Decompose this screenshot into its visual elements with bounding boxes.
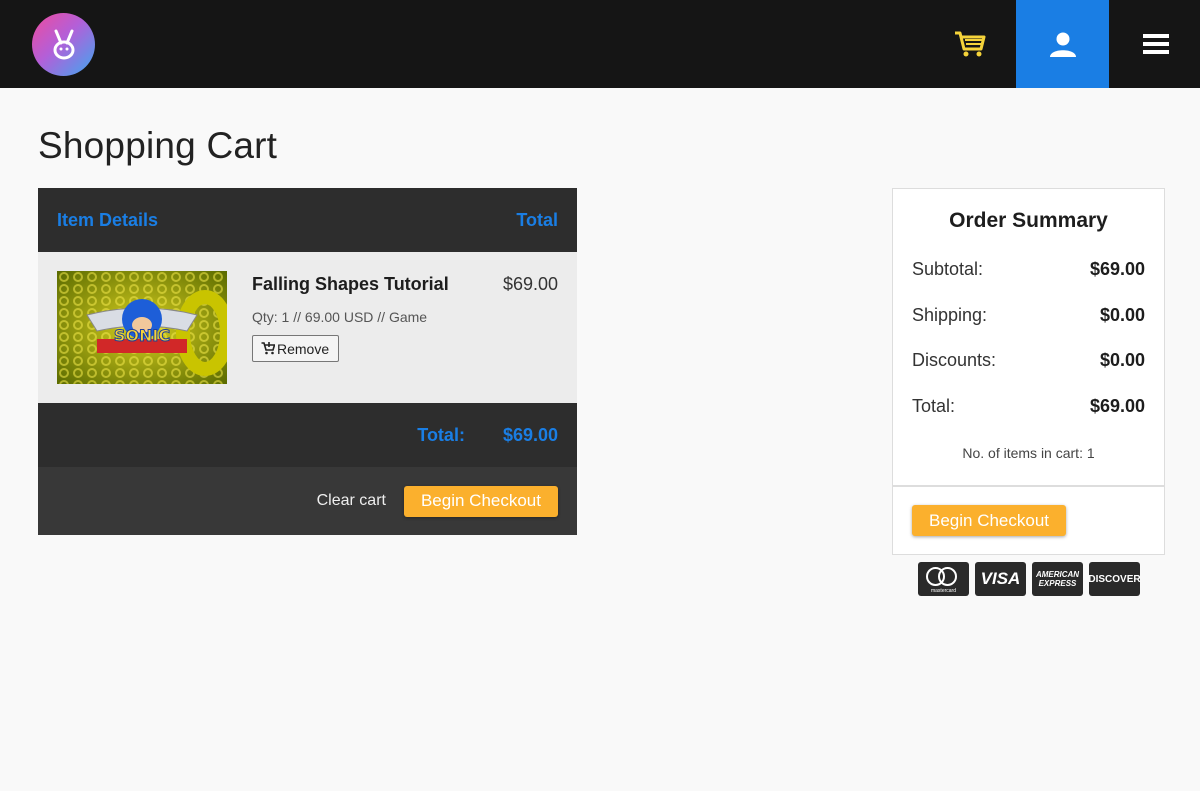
discover-icon: DISCOVER (1088, 562, 1141, 596)
cart-total-row: Total: $69.00 (38, 403, 577, 467)
summary-value: $69.00 (1089, 259, 1145, 279)
summary-subtotal: Subtotal: $69.00 (912, 259, 1145, 280)
cart-total-label: Total: (417, 424, 465, 445)
summary-label: Total: (912, 396, 956, 416)
item-name[interactable]: Falling Shapes Tutorial (252, 274, 449, 295)
user-icon (1049, 32, 1076, 57)
top-navbar (0, 0, 1200, 88)
summary-value: $0.00 (1099, 305, 1145, 325)
site-logo[interactable] (32, 13, 95, 76)
mastercard-icon: mastercard (918, 562, 969, 596)
item-thumbnail[interactable]: SONIC (57, 271, 227, 384)
page-title: Shopping Cart (38, 125, 278, 166)
cart-table-header: Item Details Total (38, 188, 577, 252)
cart-total-value: $69.00 (502, 424, 558, 445)
item-price: $69.00 (502, 274, 558, 294)
items-count: No. of items in cart: 1 (962, 445, 1095, 461)
remove-item-button[interactable]: Remove (252, 335, 340, 362)
remove-label: Remove (277, 340, 330, 357)
order-summary: Order Summary Subtotal: $69.00 Shipping:… (892, 188, 1165, 555)
summary-shipping: Shipping: $0.00 (912, 305, 1145, 326)
item-meta: Qty: 1 // 69.00 USD // Game (252, 309, 428, 325)
hamburger-icon (1143, 34, 1169, 54)
cart-button[interactable] (940, 0, 1000, 88)
visa-icon: VISA (975, 562, 1026, 596)
column-item-details: Item Details (57, 209, 159, 230)
summary-label: Subtotal: (912, 259, 984, 279)
cart-actions: Clear cart Begin Checkout (38, 467, 577, 535)
summary-discounts: Discounts: $0.00 (912, 350, 1145, 371)
menu-button[interactable] (1120, 0, 1192, 88)
rabbit-icon (53, 29, 74, 59)
begin-checkout-button[interactable]: Begin Checkout (403, 485, 558, 517)
column-total: Total (516, 209, 558, 230)
summary-total: Total: $69.00 (912, 396, 1145, 417)
svg-text:SONIC: SONIC (114, 326, 170, 345)
clear-cart-link[interactable]: Clear cart (317, 492, 386, 510)
order-summary-title: Order Summary (949, 209, 1108, 232)
summary-value: $69.00 (1089, 396, 1145, 416)
cart-remove-icon (261, 342, 275, 355)
summary-divider (893, 485, 1164, 487)
cart-item-row: SONIC Falling Shapes Tutorial $69.00 Qty… (38, 252, 577, 403)
amex-icon: AMERICAN EXPRESS (1032, 562, 1083, 596)
summary-label: Discounts: (912, 350, 997, 370)
cart-table: Item Details Total SONIC Falling Shapes … (38, 188, 577, 535)
shopping-cart-icon (955, 31, 986, 57)
summary-label: Shipping: (912, 305, 988, 325)
user-account-button[interactable] (1016, 0, 1109, 88)
summary-begin-checkout-button[interactable]: Begin Checkout (912, 505, 1067, 536)
summary-value: $0.00 (1099, 350, 1145, 370)
payment-cards: mastercard VISA AMERICAN EXPRESS DISCOVER (918, 562, 1141, 596)
